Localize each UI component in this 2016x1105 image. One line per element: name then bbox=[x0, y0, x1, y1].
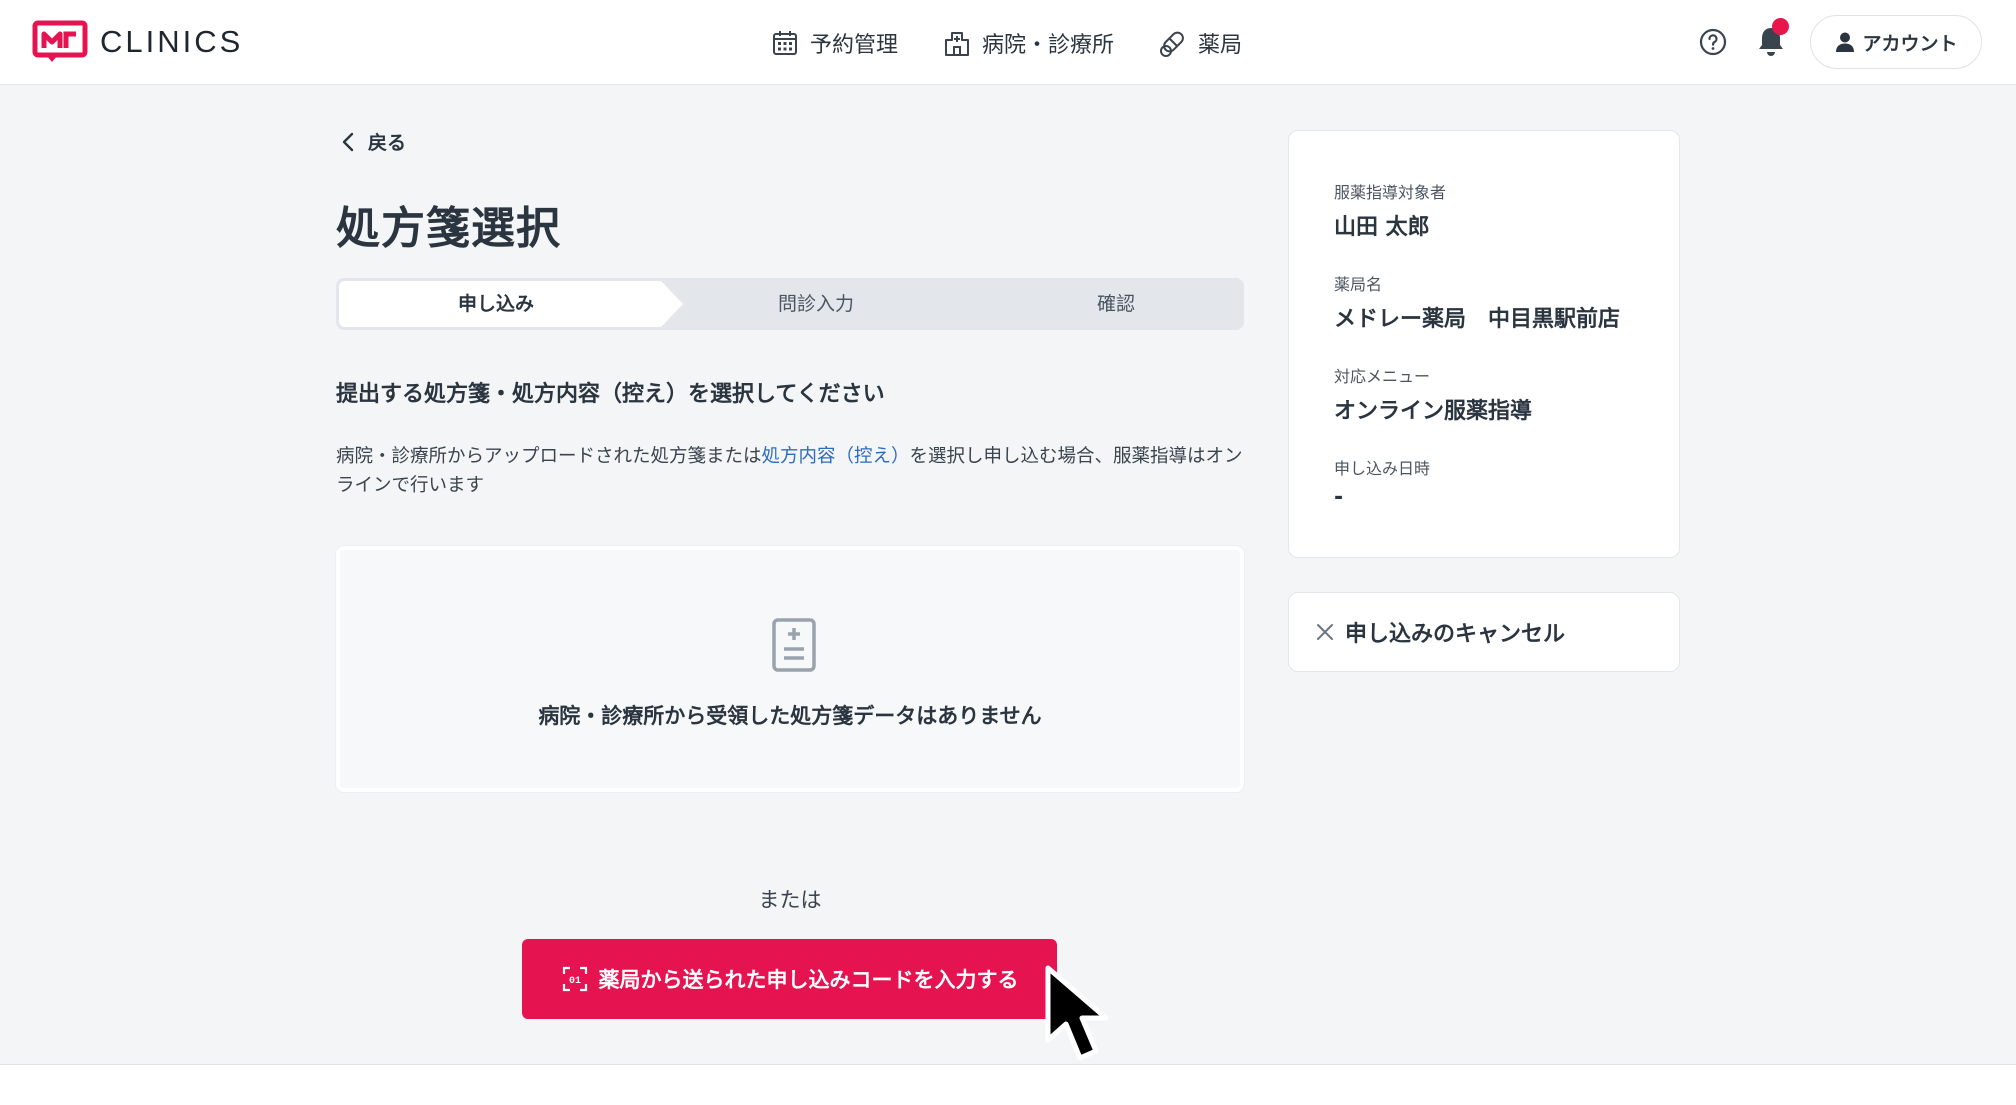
info-label: 服薬指導対象者 bbox=[1334, 183, 1447, 202]
empty-message: 病院・診療所から受領した処方箋データはありません bbox=[538, 704, 1042, 728]
info-label: 薬局名 bbox=[1334, 275, 1383, 294]
chevron-left-icon bbox=[342, 132, 354, 151]
svg-text:01: 01 bbox=[568, 976, 580, 987]
prescription-copy-link[interactable]: 処方内容（控え） bbox=[762, 446, 910, 467]
mouse-pointer-icon bbox=[1045, 965, 1109, 1061]
hospital-icon bbox=[945, 31, 970, 56]
info-value: - bbox=[1334, 485, 1344, 510]
cancel-application-button[interactable]: 申し込みのキャンセル bbox=[1288, 592, 1680, 672]
nav-label: 薬局 bbox=[1198, 32, 1243, 58]
progress-stepper: 申し込み 問診入力 確認 bbox=[336, 278, 1244, 330]
clinics-logo[interactable]: CLINICS bbox=[32, 20, 243, 64]
step-confirm: 確認 bbox=[1096, 293, 1135, 315]
code-scan-icon: 01 bbox=[562, 966, 587, 992]
nav-label: 病院・診療所 bbox=[982, 32, 1115, 58]
page-title: 処方箋選択 bbox=[336, 203, 561, 254]
info-value: メドレー薬局 中目黒駅前店 bbox=[1334, 307, 1621, 332]
description: 病院・診療所からアップロードされた処方箋または処方内容（控え）を選択し申し込む場… bbox=[336, 442, 1246, 500]
info-label: 対応メニュー bbox=[1334, 367, 1431, 386]
clinics-logo-icon bbox=[32, 20, 88, 62]
main-nav: 予約管理 病院・診療所 薬局 bbox=[770, 0, 1286, 85]
pharmacy-info: 薬局名 メドレー薬局 中目黒駅前店 bbox=[1334, 271, 1620, 333]
close-icon bbox=[1317, 624, 1333, 640]
info-value: 山田 太郎 bbox=[1334, 215, 1430, 240]
pill-icon bbox=[1160, 31, 1184, 57]
nav-label: 予約管理 bbox=[810, 32, 899, 58]
nav-pharmacy[interactable]: 薬局 bbox=[1158, 27, 1242, 59]
application-datetime-info: 申し込み日時 - bbox=[1334, 455, 1430, 510]
step-questionnaire: 問診入力 bbox=[777, 293, 854, 315]
account-label: アカウント bbox=[1862, 32, 1958, 55]
empty-prescription-box: 病院・診療所から受領した処方箋データはありません bbox=[336, 546, 1244, 792]
footer bbox=[0, 1065, 2016, 1105]
account-button[interactable]: アカウント bbox=[1810, 15, 1982, 69]
nav-hospitals[interactable]: 病院・診療所 bbox=[942, 27, 1114, 59]
top-header: CLINICS 予約管理 病院・診療所 薬局 アカウント bbox=[0, 0, 2016, 85]
cancel-label: 申し込みのキャンセル bbox=[1345, 622, 1566, 647]
info-label: 申し込み日時 bbox=[1334, 459, 1431, 478]
enter-application-code-button[interactable]: 01 薬局から送られた申し込みコードを入力する bbox=[522, 939, 1057, 1019]
help-icon[interactable] bbox=[1697, 26, 1729, 58]
nav-reservations[interactable]: 予約管理 bbox=[770, 27, 898, 59]
prescription-document-icon bbox=[772, 618, 816, 672]
or-separator: または bbox=[758, 888, 822, 912]
brand-name: CLINICS bbox=[100, 24, 244, 59]
notification-badge bbox=[1772, 18, 1789, 35]
step-application: 申し込み bbox=[457, 293, 534, 315]
section-heading: 提出する処方箋・処方内容（控え）を選択してください bbox=[336, 382, 885, 407]
application-summary-card: 服薬指導対象者 山田 太郎 薬局名 メドレー薬局 中目黒駅前店 対応メニュー オ… bbox=[1288, 130, 1680, 558]
description-text-1: 病院・診療所からアップロードされた処方箋または bbox=[336, 446, 762, 467]
code-button-label: 薬局から送られた申し込みコードを入力する bbox=[598, 968, 1019, 992]
user-icon bbox=[1836, 32, 1855, 52]
calendar-icon bbox=[773, 30, 797, 55]
patient-info: 服薬指導対象者 山田 太郎 bbox=[1334, 179, 1446, 241]
back-link[interactable]: 戻る bbox=[338, 128, 406, 155]
back-label: 戻る bbox=[368, 132, 407, 154]
info-value: オンライン服薬指導 bbox=[1334, 399, 1533, 424]
menu-info: 対応メニュー オンライン服薬指導 bbox=[1334, 363, 1532, 425]
